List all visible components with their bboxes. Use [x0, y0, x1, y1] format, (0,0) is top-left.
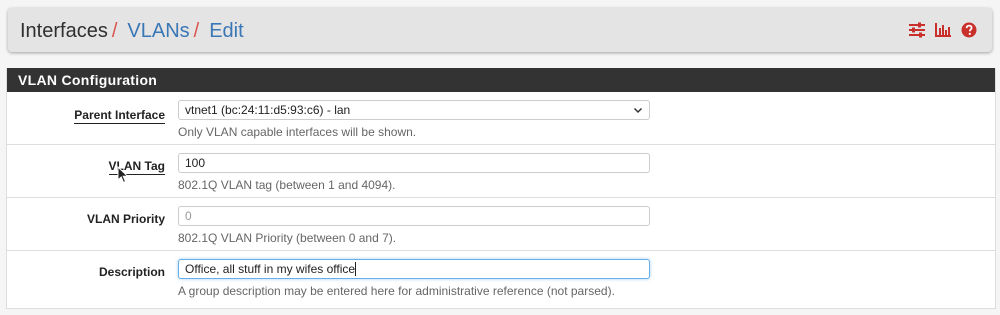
help-icon[interactable] [960, 22, 978, 38]
breadcrumb-separator: / [111, 20, 118, 42]
parent-interface-label: Parent Interface [74, 108, 165, 124]
breadcrumb-edit[interactable]: Edit [209, 20, 243, 42]
breadcrumb-vlans[interactable]: VLANs [127, 20, 189, 42]
description-label: Description [98, 265, 165, 279]
description-help: A group description may be entered here … [178, 284, 615, 298]
vlan-priority-help: 802.1Q VLAN Priority (between 0 and 7). [178, 231, 397, 245]
breadcrumb-interfaces[interactable]: Interfaces [20, 20, 108, 42]
vlan-configuration-panel: VLAN Configuration Parent Interface vtne… [6, 68, 996, 309]
form-row-vlan-tag: VLAN Tag 100 802.1Q VLAN tag (between 1 … [7, 145, 995, 198]
parent-interface-value: vtnet1 (bc:24:11:d5:93:c6) - lan [185, 103, 351, 117]
panel-title: VLAN Configuration [7, 68, 995, 92]
description-input[interactable]: Office, all stuff in my wifes office [178, 259, 650, 279]
form-row-description: Description Office, all stuff in my wife… [7, 251, 995, 303]
vlan-tag-help: 802.1Q VLAN tag (between 1 and 4094). [178, 178, 396, 192]
bar-chart-icon[interactable] [934, 22, 952, 38]
chevron-down-icon [633, 107, 643, 114]
vlan-tag-input[interactable]: 100 [178, 153, 650, 173]
vlan-priority-input[interactable]: 0 [178, 206, 650, 226]
description-value: Office, all stuff in my wifes office [185, 262, 357, 276]
mouse-pointer-icon [117, 166, 129, 184]
header-icons [908, 22, 978, 38]
breadcrumb: Interfaces / VLANs / Edit [20, 19, 244, 43]
breadcrumb-separator: / [193, 20, 200, 42]
vlan-priority-label: VLAN Priority [86, 212, 165, 226]
breadcrumb-bar: Interfaces / VLANs / Edit [8, 8, 992, 52]
sliders-icon[interactable] [908, 22, 926, 38]
parent-interface-select[interactable]: vtnet1 (bc:24:11:d5:93:c6) - lan [178, 100, 650, 120]
parent-interface-help: Only VLAN capable interfaces will be sho… [178, 125, 417, 139]
form-row-vlan-priority: VLAN Priority 0 802.1Q VLAN Priority (be… [7, 198, 995, 251]
form-row-parent-interface: Parent Interface vtnet1 (bc:24:11:d5:93:… [7, 92, 995, 145]
